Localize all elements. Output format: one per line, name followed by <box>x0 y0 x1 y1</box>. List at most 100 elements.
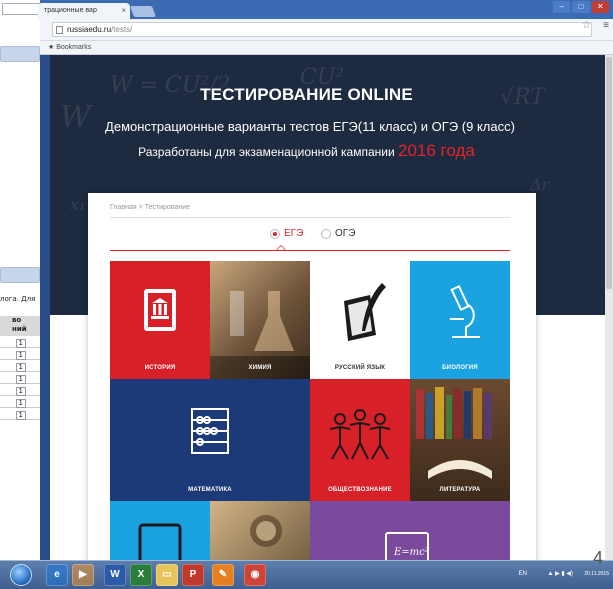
minimize-icon[interactable]: – <box>553 1 571 13</box>
url-host: russiaedu.ru <box>67 25 112 34</box>
doc-text: лога. Для <box>0 295 36 303</box>
breadcrumb[interactable]: Главная > Тестирование <box>110 204 190 211</box>
tab-title: трационные вар <box>44 7 97 14</box>
subject-tile-russian[interactable]: Русский язык <box>310 261 410 379</box>
doc-cell-value: 1 <box>15 375 26 384</box>
doc-panel-header <box>0 46 40 62</box>
ie-icon[interactable]: e <box>46 564 68 586</box>
abacus-icon <box>191 408 229 454</box>
subject-tile-chemistry[interactable]: Химия <box>210 261 310 379</box>
book-icon <box>144 289 176 331</box>
doc-table-row: 1 <box>0 362 40 372</box>
tile-label: Обществознание <box>328 487 392 493</box>
doc-cell-value: 1 <box>15 363 26 372</box>
divider <box>110 217 510 218</box>
tests-card: Главная > Тестирование ЕГЭ ОГЭ ИСТОРИЯ Х… <box>88 193 536 560</box>
browser-tab[interactable]: трационные вар × <box>38 3 130 19</box>
subject-tile-biology[interactable]: Биология <box>410 261 510 379</box>
doc-table-row: 1 <box>0 350 40 360</box>
subject-tile-literature[interactable]: Литература <box>410 379 510 501</box>
radio-selected-icon <box>270 228 280 239</box>
subject-tile[interactable] <box>210 501 310 560</box>
radio-label: ЕГЭ <box>284 228 304 239</box>
address-bar[interactable]: russiaedu.ru/tests/ <box>52 22 592 37</box>
doc-table-row: 1 <box>0 338 40 348</box>
compass-photo <box>250 515 282 547</box>
tile-label: Русский язык <box>334 365 386 371</box>
screen: лога. Для во ний 1 1 1 1 1 1 1 трационны… <box>0 0 613 589</box>
new-tab-button[interactable] <box>129 6 157 17</box>
year-highlight: 2016 года <box>398 141 475 160</box>
tab-strip: трационные вар × – □ ✕ <box>38 0 613 19</box>
tab-close-icon[interactable]: × <box>121 6 126 15</box>
radio-ege[interactable]: ЕГЭ <box>270 228 303 239</box>
tile-label: Математика <box>188 487 232 493</box>
subtitle-text: Разработаны для экзаменационной кампании <box>138 145 398 159</box>
people-icon <box>329 409 391 460</box>
books-photo <box>416 387 492 479</box>
page-subtitle-2: Разработаны для экзаменационной кампании… <box>50 141 563 161</box>
tile-label: Литература <box>439 487 481 493</box>
page-title: ТЕСТИРОВАНИЕ ONLINE <box>200 85 413 104</box>
paint-icon[interactable]: ✎ <box>212 564 234 586</box>
chrome-icon[interactable]: ◉ <box>244 564 266 586</box>
maximize-icon[interactable]: □ <box>572 1 590 13</box>
menu-icon[interactable]: ≡ <box>603 20 609 31</box>
browser-toolbar: russiaedu.ru/tests/ ☆ ≡ <box>40 19 613 41</box>
doc-cell-value: 1 <box>15 411 26 420</box>
media-player-icon[interactable]: ▶ <box>72 564 94 586</box>
radio-unselected-icon <box>321 228 331 239</box>
subject-tile[interactable] <box>110 501 210 560</box>
subject-tile-math[interactable]: Математика <box>110 379 310 501</box>
bookmark-star-icon[interactable]: ☆ <box>582 20 591 31</box>
slide-page-number: 4 <box>592 548 603 568</box>
tray-language[interactable]: EN <box>519 571 527 577</box>
formula-decoration: Δr <box>530 175 550 194</box>
doc-cell-value: 1 <box>15 399 26 408</box>
doc-table-row: 1 <box>0 386 40 396</box>
doc-table-header: во ний <box>0 316 40 336</box>
subject-tile-social-studies[interactable]: Обществознание <box>310 379 410 501</box>
tile-label: Биология <box>442 365 478 371</box>
tile-label: Химия <box>248 365 272 371</box>
page-scrollbar[interactable] <box>605 55 613 560</box>
divider-red <box>110 250 510 251</box>
doc-table-row: 1 <box>0 410 40 420</box>
tray-icons[interactable]: ▲ ▶ ▮ ◀) <box>548 570 573 577</box>
doc-cell-value: 1 <box>15 387 26 396</box>
selection-caret <box>276 245 286 250</box>
subject-tile[interactable]: E=mc² <box>310 501 510 560</box>
doc-table-row: 1 <box>0 374 40 384</box>
start-button[interactable] <box>10 564 32 586</box>
url-path: /tests/ <box>111 25 133 34</box>
doc-panel-header <box>0 267 40 283</box>
page-subtitle: Демонстрационные варианты тестов ЕГЭ(11 … <box>105 119 515 134</box>
clock-date[interactable]: 20.11.2015 <box>584 571 609 577</box>
radio-label: ОГЭ <box>335 228 356 239</box>
window-controls: – □ ✕ <box>553 1 609 14</box>
subject-tile-history[interactable]: История <box>110 261 210 379</box>
device-icon <box>138 523 182 560</box>
doc-table-row: 1 <box>0 398 40 408</box>
tile-label: История <box>144 365 176 371</box>
bookmarks-bar[interactable]: ★ Bookmarks <box>40 41 613 55</box>
radio-oge[interactable]: ОГЭ <box>321 228 355 239</box>
web-page: W = CU²/2 W CU² √RT x₁ = ‑b/a Δr ТЕСТИРО… <box>50 55 613 560</box>
formula-board-icon: E=mc² <box>385 532 429 560</box>
doc-input-field[interactable] <box>2 3 42 15</box>
chemistry-photo <box>210 291 310 379</box>
book-quill-icon <box>344 283 386 341</box>
folder-icon[interactable]: ▭ <box>156 564 178 586</box>
page-icon <box>56 26 63 34</box>
excel-icon[interactable]: X <box>130 564 152 586</box>
powerpoint-icon[interactable]: P <box>182 564 204 586</box>
svg-text:E=mc²: E=mc² <box>393 547 429 558</box>
scrollbar-thumb[interactable] <box>606 57 612 289</box>
word-icon[interactable]: W <box>104 564 126 586</box>
doc-cell-value: 1 <box>15 339 26 348</box>
microscope-icon <box>450 285 480 338</box>
close-window-icon[interactable]: ✕ <box>591 1 609 13</box>
doc-cell-value: 1 <box>15 351 26 360</box>
exam-selector: ЕГЭ ОГЭ <box>88 226 536 246</box>
browser-window: трационные вар × – □ ✕ russiaedu.ru/test… <box>38 0 613 560</box>
